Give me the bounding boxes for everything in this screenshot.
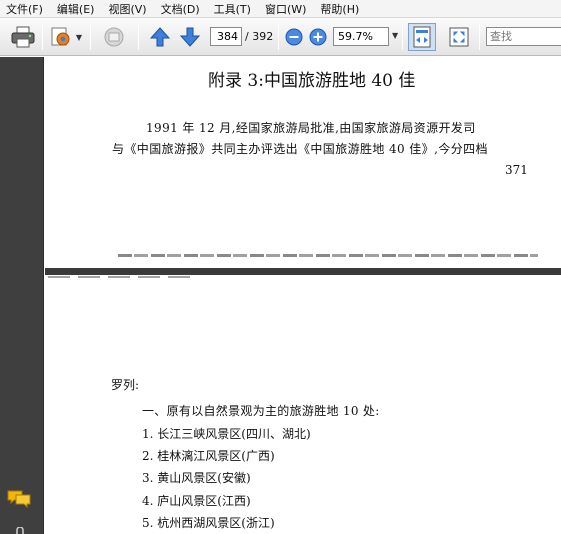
menu-tools[interactable]: 工具(T) (210, 1, 255, 17)
menu-window[interactable]: 窗口(W) (261, 1, 310, 17)
scan-artifact (48, 276, 198, 278)
settings-icon[interactable] (48, 24, 74, 50)
full-screen-icon[interactable] (446, 24, 472, 50)
paragraph-line: 与《中国旅游报》共同主办评选出《中国旅游胜地 40 佳》,今分四档 (112, 142, 488, 156)
paragraph-line: 1991 年 12 月,经国家旅游局批准,由国家旅游局资源开发司 (146, 121, 476, 135)
toolbar: ▼ / 392 59.7% ▼ (0, 18, 561, 56)
search-input[interactable]: 查找 (486, 27, 561, 46)
navigation-panel (0, 57, 44, 534)
list-item: 3. 黄山风景区(安徽) (142, 471, 251, 485)
page-total: / 392 (245, 30, 274, 43)
zoom-out-icon[interactable] (285, 28, 303, 46)
settings-dropdown-icon[interactable]: ▼ (75, 32, 83, 42)
menu-document[interactable]: 文档(D) (157, 1, 204, 17)
fit-width-icon[interactable] (408, 23, 436, 51)
next-page-icon[interactable] (178, 26, 202, 48)
list-item: 1. 长江三峡风景区(四川、湖北) (142, 427, 311, 441)
section-heading: 一、原有以自然景观为主的旅游胜地 10 处: (142, 404, 380, 418)
list-item: 5. 杭州西湖风景区(浙江) (142, 516, 275, 530)
print-icon[interactable] (8, 24, 38, 50)
zoom-field[interactable]: 59.7% (333, 27, 389, 46)
menu-help[interactable]: 帮助(H) (316, 1, 363, 17)
menu-view[interactable]: 视图(V) (104, 1, 150, 17)
list-label: 罗列: (111, 378, 140, 392)
page-number: 371 (505, 163, 528, 177)
prev-page-icon[interactable] (148, 26, 172, 48)
attachment-icon[interactable] (14, 527, 28, 534)
scan-artifact (118, 254, 538, 257)
hand-tool-icon[interactable] (100, 24, 128, 50)
menu-edit[interactable]: 编辑(E) (53, 1, 99, 17)
zoom-dropdown-icon[interactable]: ▼ (392, 31, 398, 40)
page-separator (45, 268, 561, 275)
list-item: 4. 庐山风景区(江西) (142, 494, 251, 508)
menu-bar: 文件(F) 编辑(E) 视图(V) 文档(D) 工具(T) 窗口(W) 帮助(H… (0, 0, 561, 18)
zoom-in-icon[interactable] (309, 28, 327, 46)
page-title: 附录 3:中国旅游胜地 40 佳 (208, 71, 416, 91)
page-number-input[interactable] (210, 27, 242, 46)
menu-file[interactable]: 文件(F) (2, 1, 47, 17)
comment-icon[interactable] (6, 489, 32, 509)
list-item: 2. 桂林漓江风景区(广西) (142, 449, 275, 463)
